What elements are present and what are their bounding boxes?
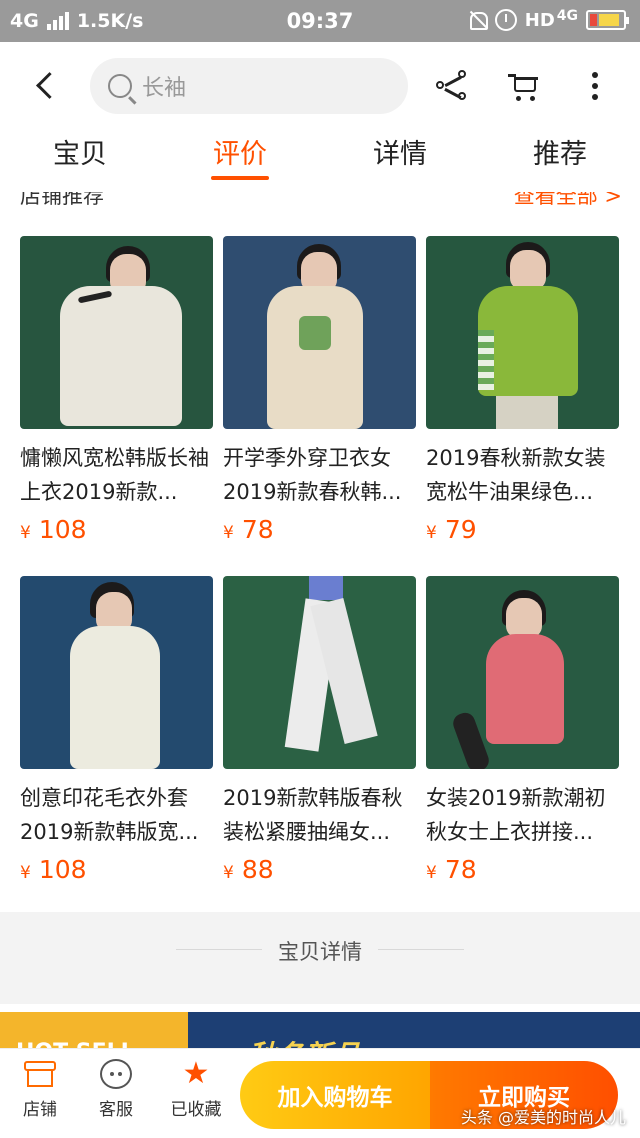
alarm-icon <box>494 9 517 31</box>
product-image[interactable] <box>223 236 416 429</box>
product-image[interactable] <box>20 576 213 769</box>
active-tab-indicator <box>211 176 269 180</box>
detail-divider-label: 宝贝详情 <box>278 940 362 964</box>
tab-bar: 宝贝 评价 详情 推荐 <box>0 132 640 192</box>
view-all-link[interactable]: 查看全部 > <box>514 192 622 210</box>
section-title: 店铺推荐 <box>20 192 104 208</box>
product-card[interactable]: 女装2019新款潮初秋女士上衣拼接... ¥78 <box>426 576 619 884</box>
cart-icon[interactable] <box>504 66 544 106</box>
product-title: 2019新款韩版春秋装松紧腰抽绳女... <box>223 786 403 844</box>
product-title: 开学季外穿卫衣女2019新款春秋韩... <box>223 446 402 504</box>
product-title: 女装2019新款潮初秋女士上衣拼接... <box>426 786 606 844</box>
right-network: 4G <box>556 8 578 24</box>
customer-service-label: 客服 <box>99 1100 133 1120</box>
product-price: ¥79 <box>426 515 477 544</box>
store-icon <box>24 1059 56 1089</box>
search-bar[interactable]: 长袖 <box>90 58 408 114</box>
star-icon: ★ <box>182 1056 210 1091</box>
hd-label: HD <box>524 9 555 31</box>
tab-recommend[interactable]: 推荐 <box>500 132 620 171</box>
search-input[interactable]: 长袖 <box>142 70 186 102</box>
product-card[interactable]: 2019新款韩版春秋装松紧腰抽绳女... ¥88 <box>223 576 416 884</box>
share-icon[interactable] <box>432 66 472 106</box>
back-arrow-icon[interactable] <box>28 68 64 104</box>
customer-service-icon <box>100 1059 132 1089</box>
product-price: ¥108 <box>20 515 87 544</box>
product-image[interactable] <box>426 576 619 769</box>
favorite-button[interactable]: ★ 已收藏 <box>156 1056 236 1121</box>
product-title: 慵懒风宽松韩版长袖上衣2019新款... <box>20 446 209 504</box>
product-title: 2019春秋新款女装宽松牛油果绿色... <box>426 446 606 504</box>
item-detail-divider: 宝贝详情 <box>0 912 640 1004</box>
status-bar: 4G 1.5K/s 09:37 HD 4G <box>0 0 640 42</box>
tab-details[interactable]: 详情 <box>340 132 460 171</box>
store-button[interactable]: 店铺 <box>0 1059 80 1120</box>
more-options-icon[interactable] <box>576 66 616 106</box>
product-image[interactable] <box>223 576 416 769</box>
mute-icon <box>467 10 488 30</box>
product-card[interactable]: 创意印花毛衣外套2019新款韩版宽... ¥108 <box>20 576 213 884</box>
product-card[interactable]: 慵懒风宽松韩版长袖上衣2019新款... ¥108 <box>20 236 213 544</box>
product-card[interactable]: 2019春秋新款女装宽松牛油果绿色... ¥79 <box>426 236 619 544</box>
customer-service-button[interactable]: 客服 <box>76 1059 156 1120</box>
product-card[interactable]: 开学季外穿卫衣女2019新款春秋韩... ¥78 <box>223 236 416 544</box>
battery-icon <box>586 10 629 30</box>
product-price: ¥108 <box>20 855 87 884</box>
top-navigation: 长袖 宝贝 评价 详情 推荐 <box>0 42 640 192</box>
favorite-label: 已收藏 <box>170 1100 222 1120</box>
product-image[interactable] <box>20 236 213 429</box>
tab-items[interactable]: 宝贝 <box>20 132 140 171</box>
product-title: 创意印花毛衣外套2019新款韩版宽... <box>20 786 199 844</box>
search-icon <box>108 74 132 98</box>
store-label: 店铺 <box>23 1100 57 1120</box>
product-price: ¥78 <box>426 855 477 884</box>
product-price: ¥88 <box>223 855 274 884</box>
add-to-cart-button[interactable]: 加入购物车 <box>240 1061 430 1129</box>
product-image[interactable] <box>426 236 619 429</box>
watermark: 头条 @爱美的时尚人儿 <box>460 1108 626 1127</box>
product-price: ¥78 <box>223 515 274 544</box>
store-recommend-header: 店铺推荐 查看全部 > <box>0 192 640 212</box>
tab-reviews[interactable]: 评价 <box>180 132 300 171</box>
